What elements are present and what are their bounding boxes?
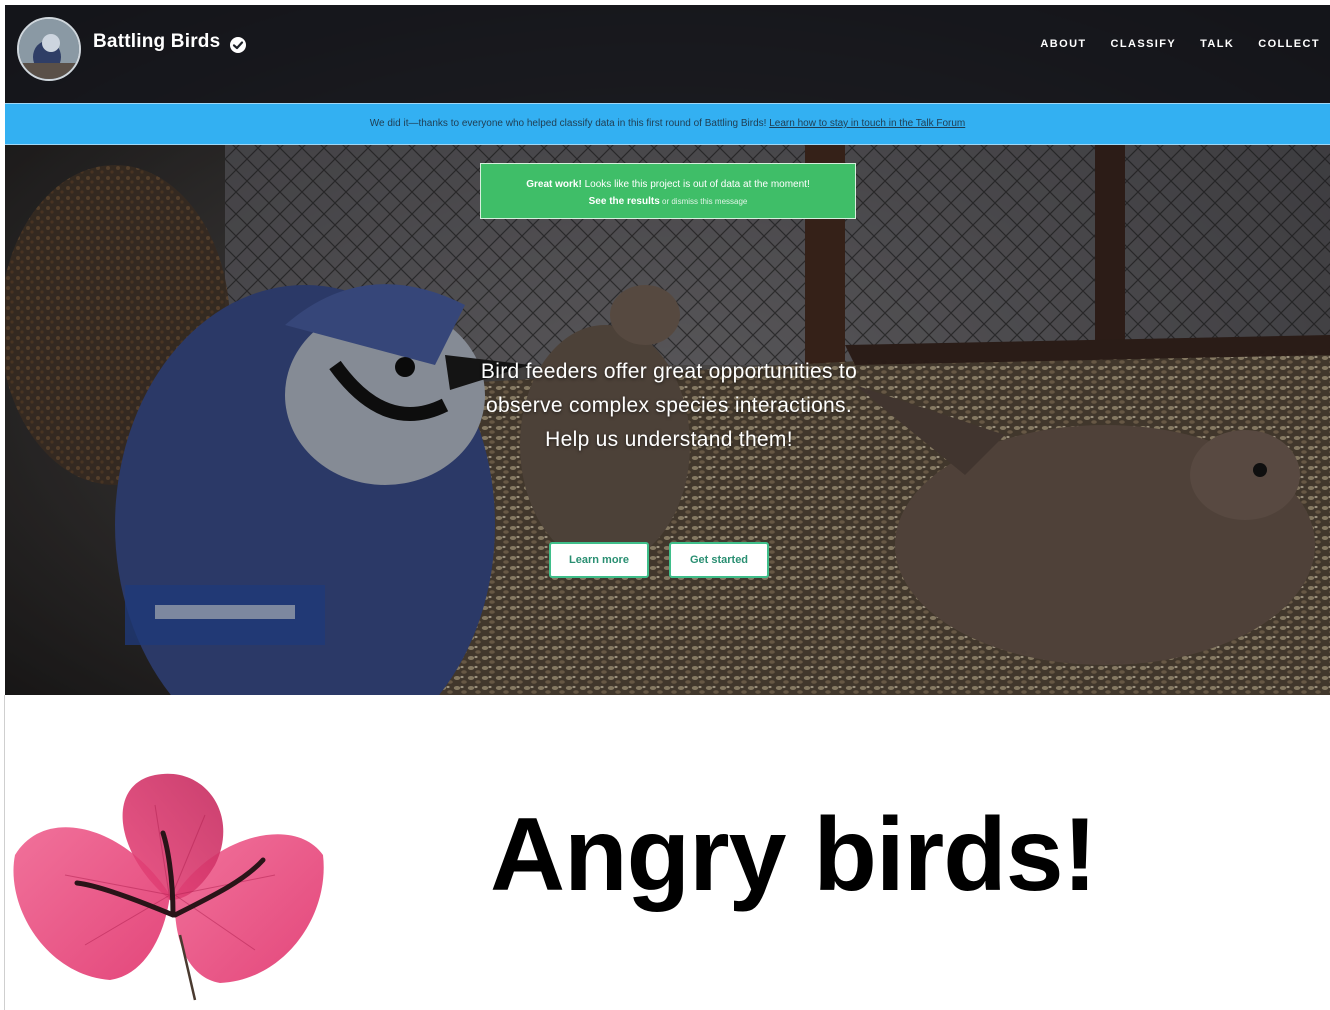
success-bold: Great work! [526, 179, 582, 190]
bougainvillea-flower-image [13, 773, 324, 1001]
banner-text: We did it—thanks to everyone who helped … [369, 118, 770, 129]
project-avatar[interactable] [17, 17, 81, 81]
site-header: Battling Birds ABOUT CLASSIFY TALK COLLE… [5, 5, 1330, 103]
bird-icon [19, 19, 79, 79]
success-line-1: Great work! Looks like this project is o… [481, 176, 855, 193]
slide-headline: Angry birds! [490, 797, 1097, 913]
main-nav: ABOUT CLASSIFY TALK COLLECT [1040, 38, 1320, 50]
nav-collect[interactable]: COLLECT [1258, 38, 1320, 50]
verified-check-icon [230, 37, 246, 53]
dismiss-message-link[interactable]: dismiss this message [671, 197, 747, 206]
get-started-button[interactable]: Get started [669, 542, 769, 578]
out-of-data-message: Great work! Looks like this project is o… [480, 163, 856, 219]
website-screenshot: Battling Birds ABOUT CLASSIFY TALK COLLE… [5, 5, 1330, 695]
success-or: or [659, 197, 672, 206]
see-results-link[interactable]: See the results [589, 196, 660, 207]
nav-classify[interactable]: CLASSIFY [1111, 38, 1177, 50]
project-title[interactable]: Battling Birds [93, 31, 220, 53]
success-text: Looks like this project is out of data a… [581, 179, 810, 190]
hero-tagline: Bird feeders offer great opportunities t… [480, 360, 858, 451]
nav-talk[interactable]: TALK [1200, 38, 1234, 50]
learn-more-button[interactable]: Learn more [549, 542, 649, 578]
announcement-banner: We did it—thanks to everyone who helped … [5, 103, 1330, 145]
success-line-2: See the results or dismiss this message [481, 193, 855, 210]
banner-talk-link[interactable]: Learn how to stay in touch in the Talk F… [769, 118, 965, 129]
nav-about[interactable]: ABOUT [1040, 38, 1086, 50]
